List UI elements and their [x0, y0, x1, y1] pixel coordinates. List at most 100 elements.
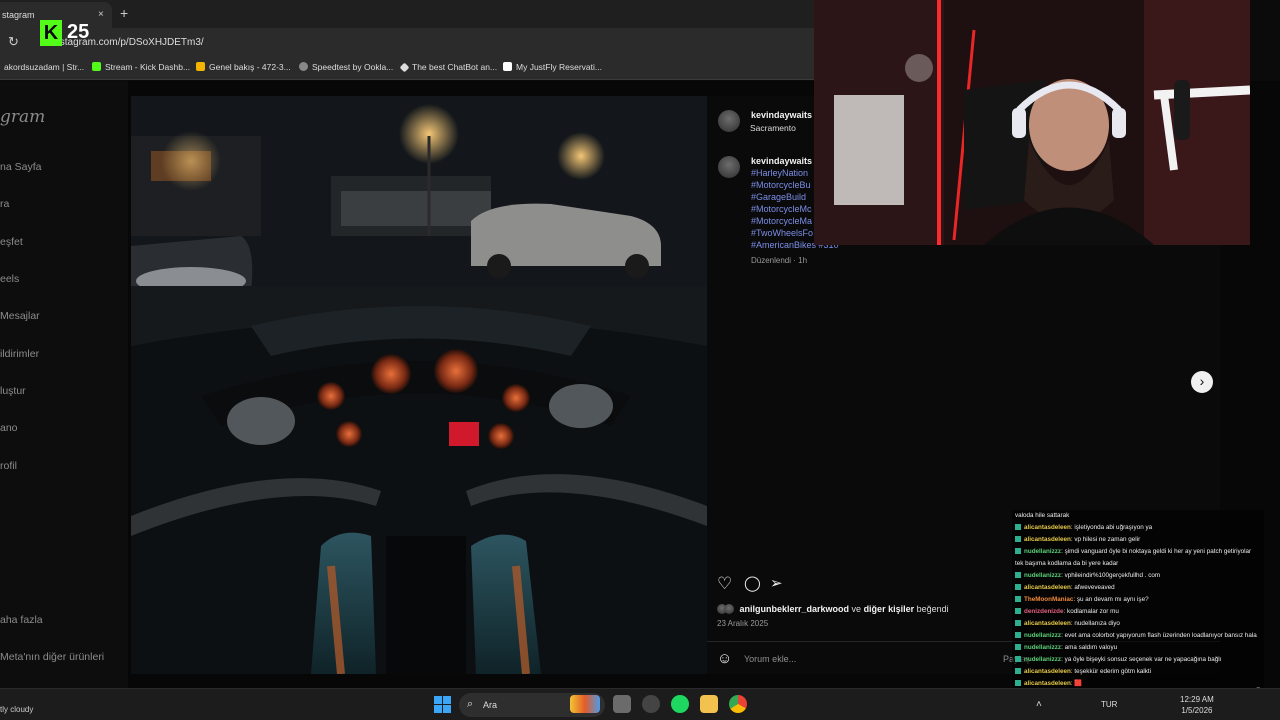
chat-username[interactable]: nudellanizzz — [1024, 656, 1061, 663]
chat-username[interactable]: alicantasdeleen — [1024, 668, 1071, 675]
chat-message: alicantasdeleen: teşekkür ederim götm ka… — [1012, 666, 1264, 678]
post-photo — [131, 96, 707, 674]
likes-summary[interactable]: anilgunbeklerr_darkwood ve diğer kişiler… — [717, 604, 949, 614]
chat-username[interactable]: alicantasdeleen — [1024, 524, 1071, 531]
hashtag-link[interactable]: #MotorcycleMc — [751, 204, 812, 214]
new-tab-button[interactable]: + — [120, 5, 128, 21]
hashtag-link[interactable]: #MotorcycleBu — [751, 180, 811, 190]
chat-username[interactable]: TheMoonManiac — [1024, 596, 1073, 603]
chat-username[interactable]: nudellanizzz — [1024, 548, 1061, 555]
chat-message: alicantasdeleen: nudellanıza diyo — [1012, 618, 1264, 630]
chat-message: nudellanizzz: evet ama colorbot yapıyoru… — [1012, 630, 1264, 642]
like-icon[interactable]: ♡ — [717, 574, 732, 594]
chat-username[interactable]: nudellanizzz — [1024, 644, 1061, 651]
nav-messages[interactable]: Mesajlar — [0, 310, 40, 322]
likes-connector: ve — [849, 604, 864, 614]
chat-text: : afweveveaved — [1070, 584, 1115, 591]
tab-close-icon[interactable]: × — [98, 9, 104, 20]
chat-badge-icon — [1015, 632, 1021, 638]
chat-text: : evet ama colorbot yapıyorum flash üzer… — [1061, 632, 1257, 639]
nav-notifications[interactable]: ildirimler — [0, 348, 39, 360]
chat-text: : 🟥 — [1070, 680, 1083, 687]
liker-username[interactable]: anilgunbeklerr_darkwood — [740, 604, 850, 614]
chat-text: : vp hilesi ne zaman gelir — [1070, 536, 1141, 543]
nav-create[interactable]: luştur — [0, 385, 26, 397]
share-icon[interactable]: ➢ — [770, 574, 783, 592]
chat-username[interactable]: denizdenizde — [1024, 608, 1064, 615]
other-likers-link[interactable]: diğer kişiler — [864, 604, 915, 614]
spotify-icon[interactable] — [671, 695, 689, 713]
bookmark-item[interactable]: Genel bakış - 472-3... — [196, 62, 291, 72]
speedtest-icon — [299, 62, 308, 71]
chat-message: valoda hile sattarak — [1012, 510, 1264, 522]
file-explorer-icon[interactable] — [700, 695, 718, 713]
hashtag-link[interactable]: #HarleyNation — [751, 168, 808, 178]
search-placeholder: Ara — [483, 700, 498, 710]
bookmark-item[interactable]: akordsuzadam | Str... — [4, 62, 84, 72]
post-date: 23 Aralık 2025 — [717, 619, 769, 628]
next-post-button[interactable]: › — [1191, 371, 1213, 393]
chrome-icon[interactable] — [729, 695, 747, 713]
nav-more[interactable]: aha fazla — [0, 614, 43, 626]
weather-widget[interactable]: tly cloudy — [0, 705, 33, 714]
nav-search[interactable]: ra — [0, 198, 9, 210]
nav-explore[interactable]: eşfet — [0, 236, 23, 248]
bookmark-item[interactable]: Stream - Kick Dashb... — [92, 62, 190, 72]
chat-text: : şu an devam mı aynı işe? — [1073, 596, 1149, 603]
chat-username[interactable]: alicantasdeleen — [1024, 680, 1071, 687]
nav-home[interactable]: na Sayfa — [0, 161, 41, 173]
chat-badge-icon — [1015, 524, 1021, 530]
nav-reels[interactable]: eels — [0, 273, 19, 285]
comment-icon[interactable]: ◯ — [744, 574, 761, 592]
chat-username[interactable]: alicantasdeleen — [1024, 584, 1071, 591]
chat-message: alicantasdeleen: vp hilesi ne zaman geli… — [1012, 534, 1264, 546]
tray-expand-icon[interactable]: ˄ — [1036, 699, 1042, 710]
chat-text: : ya öyle bişeyki sonsuz seçenek var ne … — [1061, 656, 1222, 663]
bookmark-item[interactable]: The best ChatBot an... — [399, 62, 497, 73]
hashtag-link[interactable]: #MotorcycleMa — [751, 216, 812, 226]
author-avatar[interactable] — [718, 110, 740, 132]
hashtag-link[interactable]: #GarageBuild — [751, 192, 806, 202]
task-view-icon[interactable] — [613, 695, 631, 713]
edited-timestamp: Düzenlendi · 1h — [751, 256, 808, 265]
post-location[interactable]: Sacramento — [750, 123, 796, 133]
bookmark-item[interactable]: My JustFly Reservati... — [503, 62, 602, 72]
caption-avatar[interactable] — [718, 156, 740, 178]
address-bar-row: ↻ instagram.com/p/DSoXHJDETm3/ — [0, 28, 814, 56]
nav-meta-products[interactable]: Meta'nın diğer ürünleri — [0, 651, 104, 663]
chat-text: : ama saldım valoyu — [1061, 644, 1118, 651]
reload-icon[interactable]: ↻ — [8, 34, 19, 50]
justfly-icon — [503, 62, 512, 71]
comment-input[interactable]: Yorum ekle... — [744, 654, 796, 664]
chat-text: : işletiyonda abi uğraşıyon ya — [1070, 524, 1153, 531]
obs-icon[interactable] — [642, 695, 660, 713]
language-indicator[interactable]: TUR — [1101, 700, 1117, 709]
chatbot-icon — [399, 62, 410, 73]
viewer-count: 25 — [67, 21, 90, 43]
stream-chat: valoda hile sattarak alicantasdeleen: işl… — [1012, 510, 1264, 700]
chat-text: valoda hile sattarak — [1015, 512, 1070, 519]
search-icon: ⌕ — [467, 698, 474, 710]
chat-username[interactable]: nudellanizzz — [1024, 632, 1061, 639]
browser-tabbar: stagram × + — [0, 0, 814, 28]
chat-message: TheMoonManiac: şu an devam mı aynı işe? — [1012, 594, 1264, 606]
emoji-icon[interactable]: ☺ — [717, 650, 732, 667]
bookmark-item[interactable]: Speedtest by Ookla... — [299, 62, 393, 72]
windows-start-icon[interactable] — [434, 696, 451, 713]
nav-profile[interactable]: rofil — [0, 460, 17, 472]
chat-username[interactable]: nudellanizzz — [1024, 572, 1061, 579]
chat-text: : nudellanıza diyo — [1070, 620, 1120, 627]
chat-message: tek başıma kodlama da bi yere kadar — [1012, 558, 1264, 570]
nav-dashboard[interactable]: ano — [0, 422, 18, 434]
caption-username[interactable]: kevindaywaits — [751, 156, 812, 166]
webcam-overlay — [814, 0, 1250, 245]
instagram-logo[interactable]: gram — [0, 107, 45, 127]
chat-username[interactable]: alicantasdeleen — [1024, 620, 1071, 627]
system-clock[interactable]: 12:29 AM 1/5/2026 — [1180, 694, 1214, 716]
hashtag-link[interactable]: #TwoWheelsFo — [751, 228, 813, 238]
author-username[interactable]: kevindaywaits — [751, 110, 812, 120]
chat-username[interactable]: alicantasdeleen — [1024, 536, 1071, 543]
chat-message: denizdenizde: kodlamalar zor mu — [1012, 606, 1264, 618]
chat-badge-icon — [1015, 680, 1021, 686]
streamer-webcam-image — [814, 0, 1250, 245]
